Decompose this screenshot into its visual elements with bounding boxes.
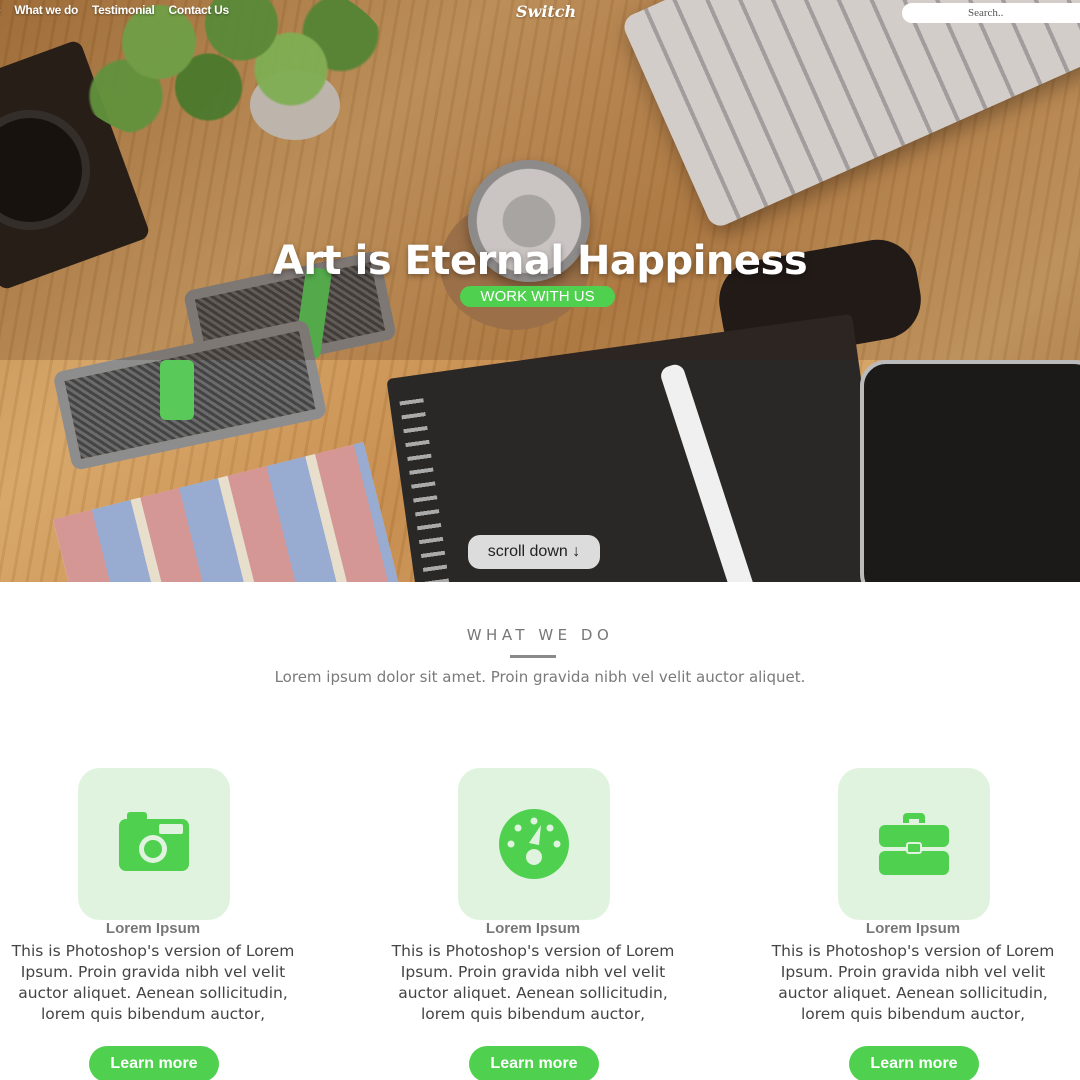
learn-more-button[interactable]: Learn more	[469, 1046, 599, 1080]
section-subtitle: Lorem ipsum dolor sit amet. Proin gravid…	[274, 668, 806, 686]
icon-tile	[838, 768, 990, 920]
nav-link-testimonial[interactable]: Testimonial	[92, 3, 155, 17]
card-description: This is Photoshop's version of Lorem Ips…	[391, 942, 675, 1023]
top-nav: e What we do Testimonial Contact Us Swit…	[0, 0, 1080, 24]
icon-tile	[458, 768, 610, 920]
scroll-down-button[interactable]: scroll down ↓	[468, 535, 600, 569]
hero-title: Art is Eternal Happiness	[272, 238, 808, 284]
work-with-us-button[interactable]: WORK WITH US	[460, 286, 615, 307]
card-title: Lorem Ipsum	[485, 920, 581, 937]
brand-logo[interactable]: Switch	[516, 2, 576, 21]
nav-link-contact-us[interactable]: Contact Us	[169, 3, 230, 17]
camera-icon	[119, 812, 189, 871]
briefcase-icon	[879, 813, 949, 875]
card-description: This is Photoshop's version of Lorem Ips…	[771, 942, 1055, 1023]
card-description: This is Photoshop's version of Lorem Ips…	[11, 942, 295, 1023]
learn-more-button[interactable]: Learn more	[849, 1046, 979, 1080]
dashboard-icon	[499, 809, 569, 879]
section-divider	[510, 655, 556, 658]
nav-links: e What we do Testimonial Contact Us	[0, 3, 229, 17]
marker-lower	[160, 360, 194, 420]
card-title: Lorem Ipsum	[105, 920, 201, 937]
search-input[interactable]	[902, 3, 1080, 23]
learn-more-button[interactable]: Learn more	[89, 1046, 219, 1080]
smartphone	[860, 360, 1080, 582]
card-title: Lorem Ipsum	[865, 920, 961, 937]
section-title: WHAT WE DO	[466, 626, 614, 644]
nav-link-what-we-do[interactable]: What we do	[14, 3, 78, 17]
icon-tile	[78, 768, 230, 920]
